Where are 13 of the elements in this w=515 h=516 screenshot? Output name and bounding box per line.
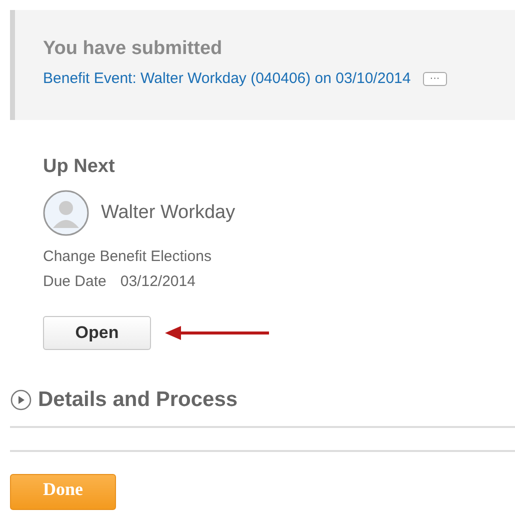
section-heading[interactable]: Details and Process — [38, 388, 238, 412]
section-heading: Up Next — [43, 156, 116, 178]
more-button[interactable]: ··· — [422, 72, 447, 86]
banner-title: You have submitted — [43, 38, 224, 60]
benefit-event-link[interactable]: Benefit Event: Walter Workday (040406) on 03/10/2014 — [43, 70, 411, 87]
due-date-value: 03/12/2014 — [120, 273, 196, 290]
avatar-icon — [43, 190, 89, 236]
expand-toggle-icon[interactable] — [10, 389, 32, 411]
due-date-label: Due Date — [43, 273, 106, 290]
arrow-icon — [165, 326, 271, 340]
task-name: Change Benefit Elections — [43, 248, 212, 265]
open-button[interactable]: Open — [43, 316, 151, 350]
person-name: Walter Workday — [101, 202, 236, 224]
